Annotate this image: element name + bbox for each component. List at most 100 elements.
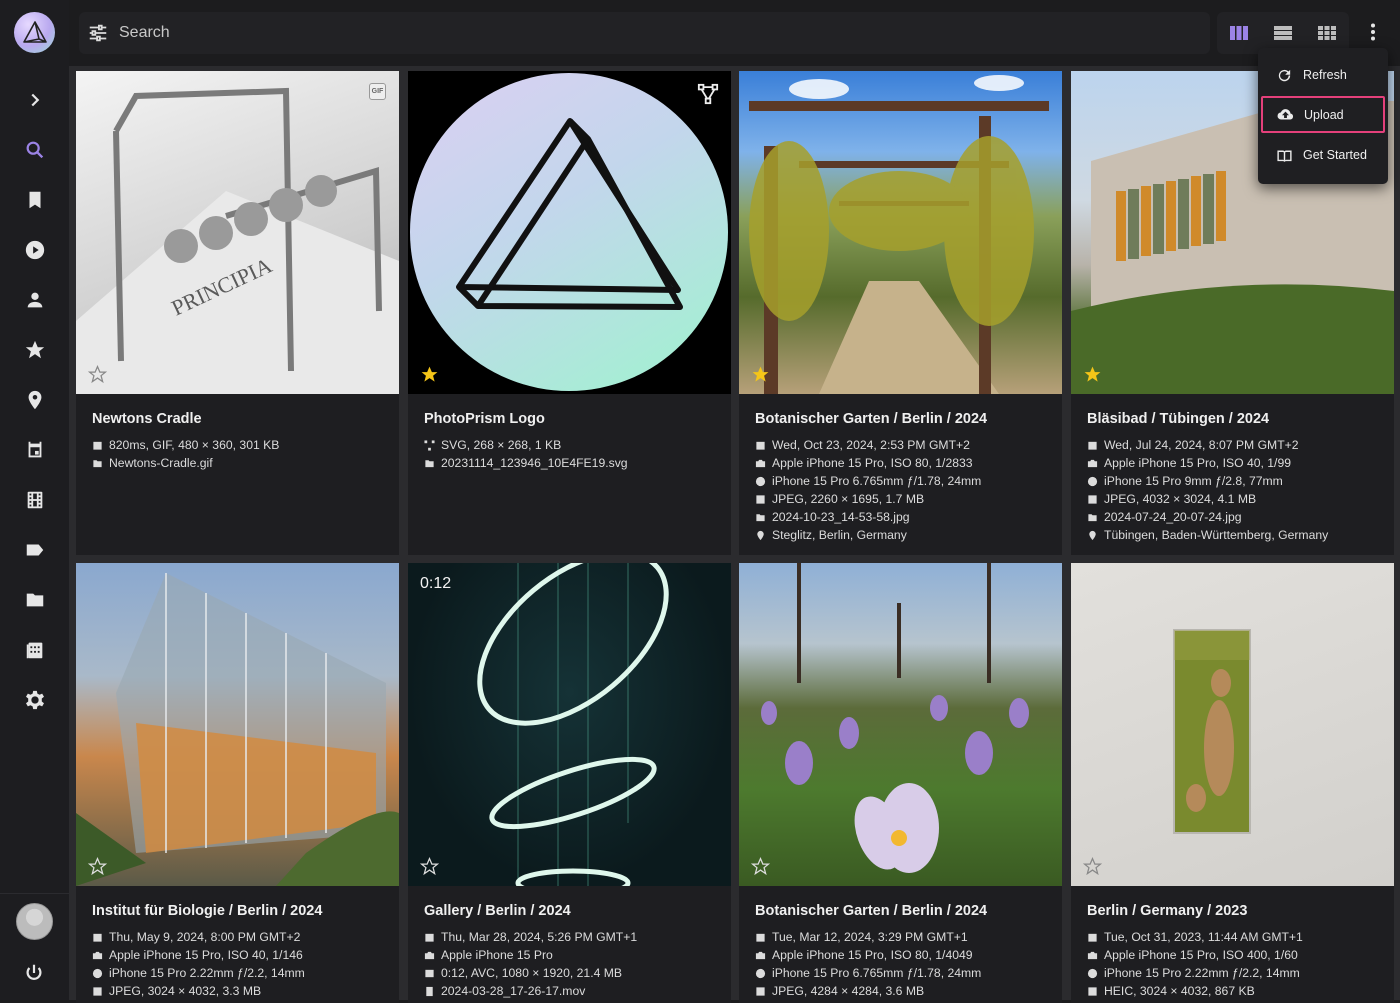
calendar-icon [93, 933, 102, 942]
photoprism-logo[interactable] [14, 12, 55, 53]
photo-card[interactable]: 0:12 Gallery / Berlin / 2024 Thu, Mar 28… [408, 563, 731, 1003]
nav-settings[interactable] [0, 675, 69, 725]
file-icon [1088, 513, 1097, 521]
favorite-star-outline-icon[interactable] [1083, 857, 1102, 876]
meta-row: 0:12, AVC, 1080 × 1920, 21.4 MB [424, 964, 637, 982]
nav-library[interactable] [0, 625, 69, 675]
meta-row: SVG, 268 × 268, 1 KB [424, 436, 628, 454]
nav-favorites[interactable] [0, 325, 69, 375]
file-icon [756, 513, 765, 521]
photo-thumbnail[interactable] [1071, 563, 1394, 886]
camera-icon [755, 951, 766, 959]
map-pin-icon [28, 390, 41, 410]
meta-row: 820ms, GIF, 480 × 360, 301 KB [92, 436, 279, 454]
garden-path-image [749, 75, 1049, 394]
meta-row: HEIC, 3024 × 4032, 867 KB [1087, 982, 1303, 1000]
photo-thumbnail[interactable] [408, 71, 731, 394]
favorite-star-filled-icon[interactable] [751, 365, 770, 384]
photo-thumbnail[interactable]: 0:12 [408, 563, 731, 886]
menu-item-get-started[interactable]: Get Started [1262, 137, 1384, 173]
map-pin-icon [1089, 530, 1096, 540]
meta-row: Apple iPhone 15 Pro, ISO 400, 1/60 [1087, 946, 1303, 964]
photo-card[interactable]: PRINCIPIA GIF Newtons Cradle 820ms, GIF,… [76, 71, 399, 555]
favorite-star-outline-icon[interactable] [88, 857, 107, 876]
film-icon [425, 969, 434, 977]
aperture-icon [755, 476, 766, 486]
photo-title[interactable]: Bläsibad / Tübingen / 2024 [1087, 411, 1269, 427]
favorite-star-filled-icon[interactable] [420, 365, 439, 384]
favorite-star-outline-icon[interactable] [88, 365, 107, 384]
search-input[interactable] [119, 24, 519, 42]
crocus-field-image [761, 563, 1029, 873]
meta-row: Apple iPhone 15 Pro, ISO 40, 1/99 [1087, 454, 1328, 472]
nav-people[interactable] [0, 275, 69, 325]
meta-row: JPEG, 4032 × 3024, 4.1 MB [1087, 490, 1328, 508]
meta-row: JPEG, 2260 × 1695, 1.7 MB [755, 490, 981, 508]
nav-places[interactable] [0, 375, 69, 425]
map-pin-icon [757, 530, 764, 540]
view-cards-button[interactable] [1217, 12, 1261, 54]
image-icon [1088, 986, 1097, 996]
favorite-star-outline-icon[interactable] [420, 857, 439, 876]
nav-calendar[interactable] [0, 425, 69, 475]
photo-card[interactable]: Berlin / Germany / 2023 Tue, Oct 31, 202… [1071, 563, 1394, 1003]
folder-icon [26, 593, 43, 607]
meta-row: Apple iPhone 15 Pro, ISO 40, 1/146 [92, 946, 305, 964]
photo-title[interactable]: Botanischer Garten / Berlin / 2024 [755, 903, 987, 919]
photo-card[interactable]: Botanischer Garten / Berlin / 2024 Tue, … [739, 563, 1062, 1003]
photo-title[interactable]: Institut für Biologie / Berlin / 2024 [92, 903, 322, 919]
meta-row: Tübingen, Baden-Württemberg, Germany [1087, 526, 1328, 544]
favorite-star-filled-icon[interactable] [1083, 365, 1102, 384]
expand-sidebar-button[interactable] [0, 75, 69, 125]
photo-card[interactable]: Institut für Biologie / Berlin / 2024 Th… [76, 563, 399, 1003]
meta-row: Apple iPhone 15 Pro, ISO 80, 1/2833 [755, 454, 981, 472]
meta-row: JPEG, 3024 × 4032, 3.3 MB [92, 982, 305, 1000]
photo-metadata: Wed, Jul 24, 2024, 8:07 PM GMT+2 Apple i… [1087, 436, 1328, 544]
camera-icon [1087, 459, 1098, 467]
logout-button[interactable] [23, 962, 45, 989]
view-column-icon [1230, 26, 1248, 40]
favorite-star-outline-icon[interactable] [751, 857, 770, 876]
film-file-icon [426, 986, 433, 996]
photo-title[interactable]: Berlin / Germany / 2023 [1087, 903, 1247, 919]
photo-card[interactable]: PhotoPrism Logo SVG, 268 × 268, 1 KB 202… [408, 71, 731, 555]
meta-row: Thu, May 9, 2024, 8:00 PM GMT+2 [92, 928, 305, 946]
nav-albums[interactable] [0, 175, 69, 225]
meta-row: Thu, Mar 28, 2024, 5:26 PM GMT+1 [424, 928, 637, 946]
gear-icon [25, 690, 44, 710]
video-duration: 0:12 [420, 575, 452, 592]
photo-title[interactable]: Gallery / Berlin / 2024 [424, 903, 571, 919]
menu-item-refresh[interactable]: Refresh [1262, 57, 1384, 93]
library-icon [26, 642, 42, 659]
photo-thumbnail[interactable]: PRINCIPIA GIF [76, 71, 399, 394]
dots-vertical-icon [1371, 23, 1375, 41]
photo-thumbnail[interactable] [739, 71, 1062, 394]
photo-thumbnail[interactable] [76, 563, 399, 886]
photo-title[interactable]: PhotoPrism Logo [424, 411, 545, 427]
nav-moments[interactable] [0, 475, 69, 525]
nav-videos[interactable] [0, 225, 69, 275]
sidebar-footer [0, 893, 69, 1000]
cloud-upload-icon [1277, 109, 1294, 120]
photo-thumbnail[interactable] [739, 563, 1062, 886]
photo-title[interactable]: Botanischer Garten / Berlin / 2024 [755, 411, 987, 427]
photoprism-logo-image [410, 73, 728, 391]
file-icon [425, 459, 434, 467]
filter-sliders-icon[interactable] [87, 22, 109, 44]
nav-folders[interactable] [0, 575, 69, 625]
photo-title[interactable]: Newtons Cradle [92, 411, 202, 427]
meta-row: iPhone 15 Pro 6.765mm ƒ/1.78, 24mm [755, 472, 981, 490]
user-avatar[interactable] [16, 903, 53, 940]
photo-card[interactable]: Botanischer Garten / Berlin / 2024 Wed, … [739, 71, 1062, 555]
image-icon [756, 986, 765, 996]
meta-row: 20231114_123946_10E4FE19.svg [424, 454, 628, 472]
meta-row: 2024-07-24_20-07-24.jpg [1087, 508, 1328, 526]
menu-item-upload[interactable]: Upload [1261, 96, 1385, 133]
meta-row: Wed, Jul 24, 2024, 8:07 PM GMT+2 [1087, 436, 1328, 454]
more-options-menu: Refresh Upload Get Started [1258, 48, 1388, 184]
more-options-button[interactable] [1361, 20, 1385, 44]
nav-search[interactable] [0, 125, 69, 175]
photo-metadata: SVG, 268 × 268, 1 KB 20231114_123946_10E… [424, 436, 628, 472]
meta-row: 2024-03-28_17-26-17.mov [424, 982, 637, 1000]
nav-labels[interactable] [0, 525, 69, 575]
